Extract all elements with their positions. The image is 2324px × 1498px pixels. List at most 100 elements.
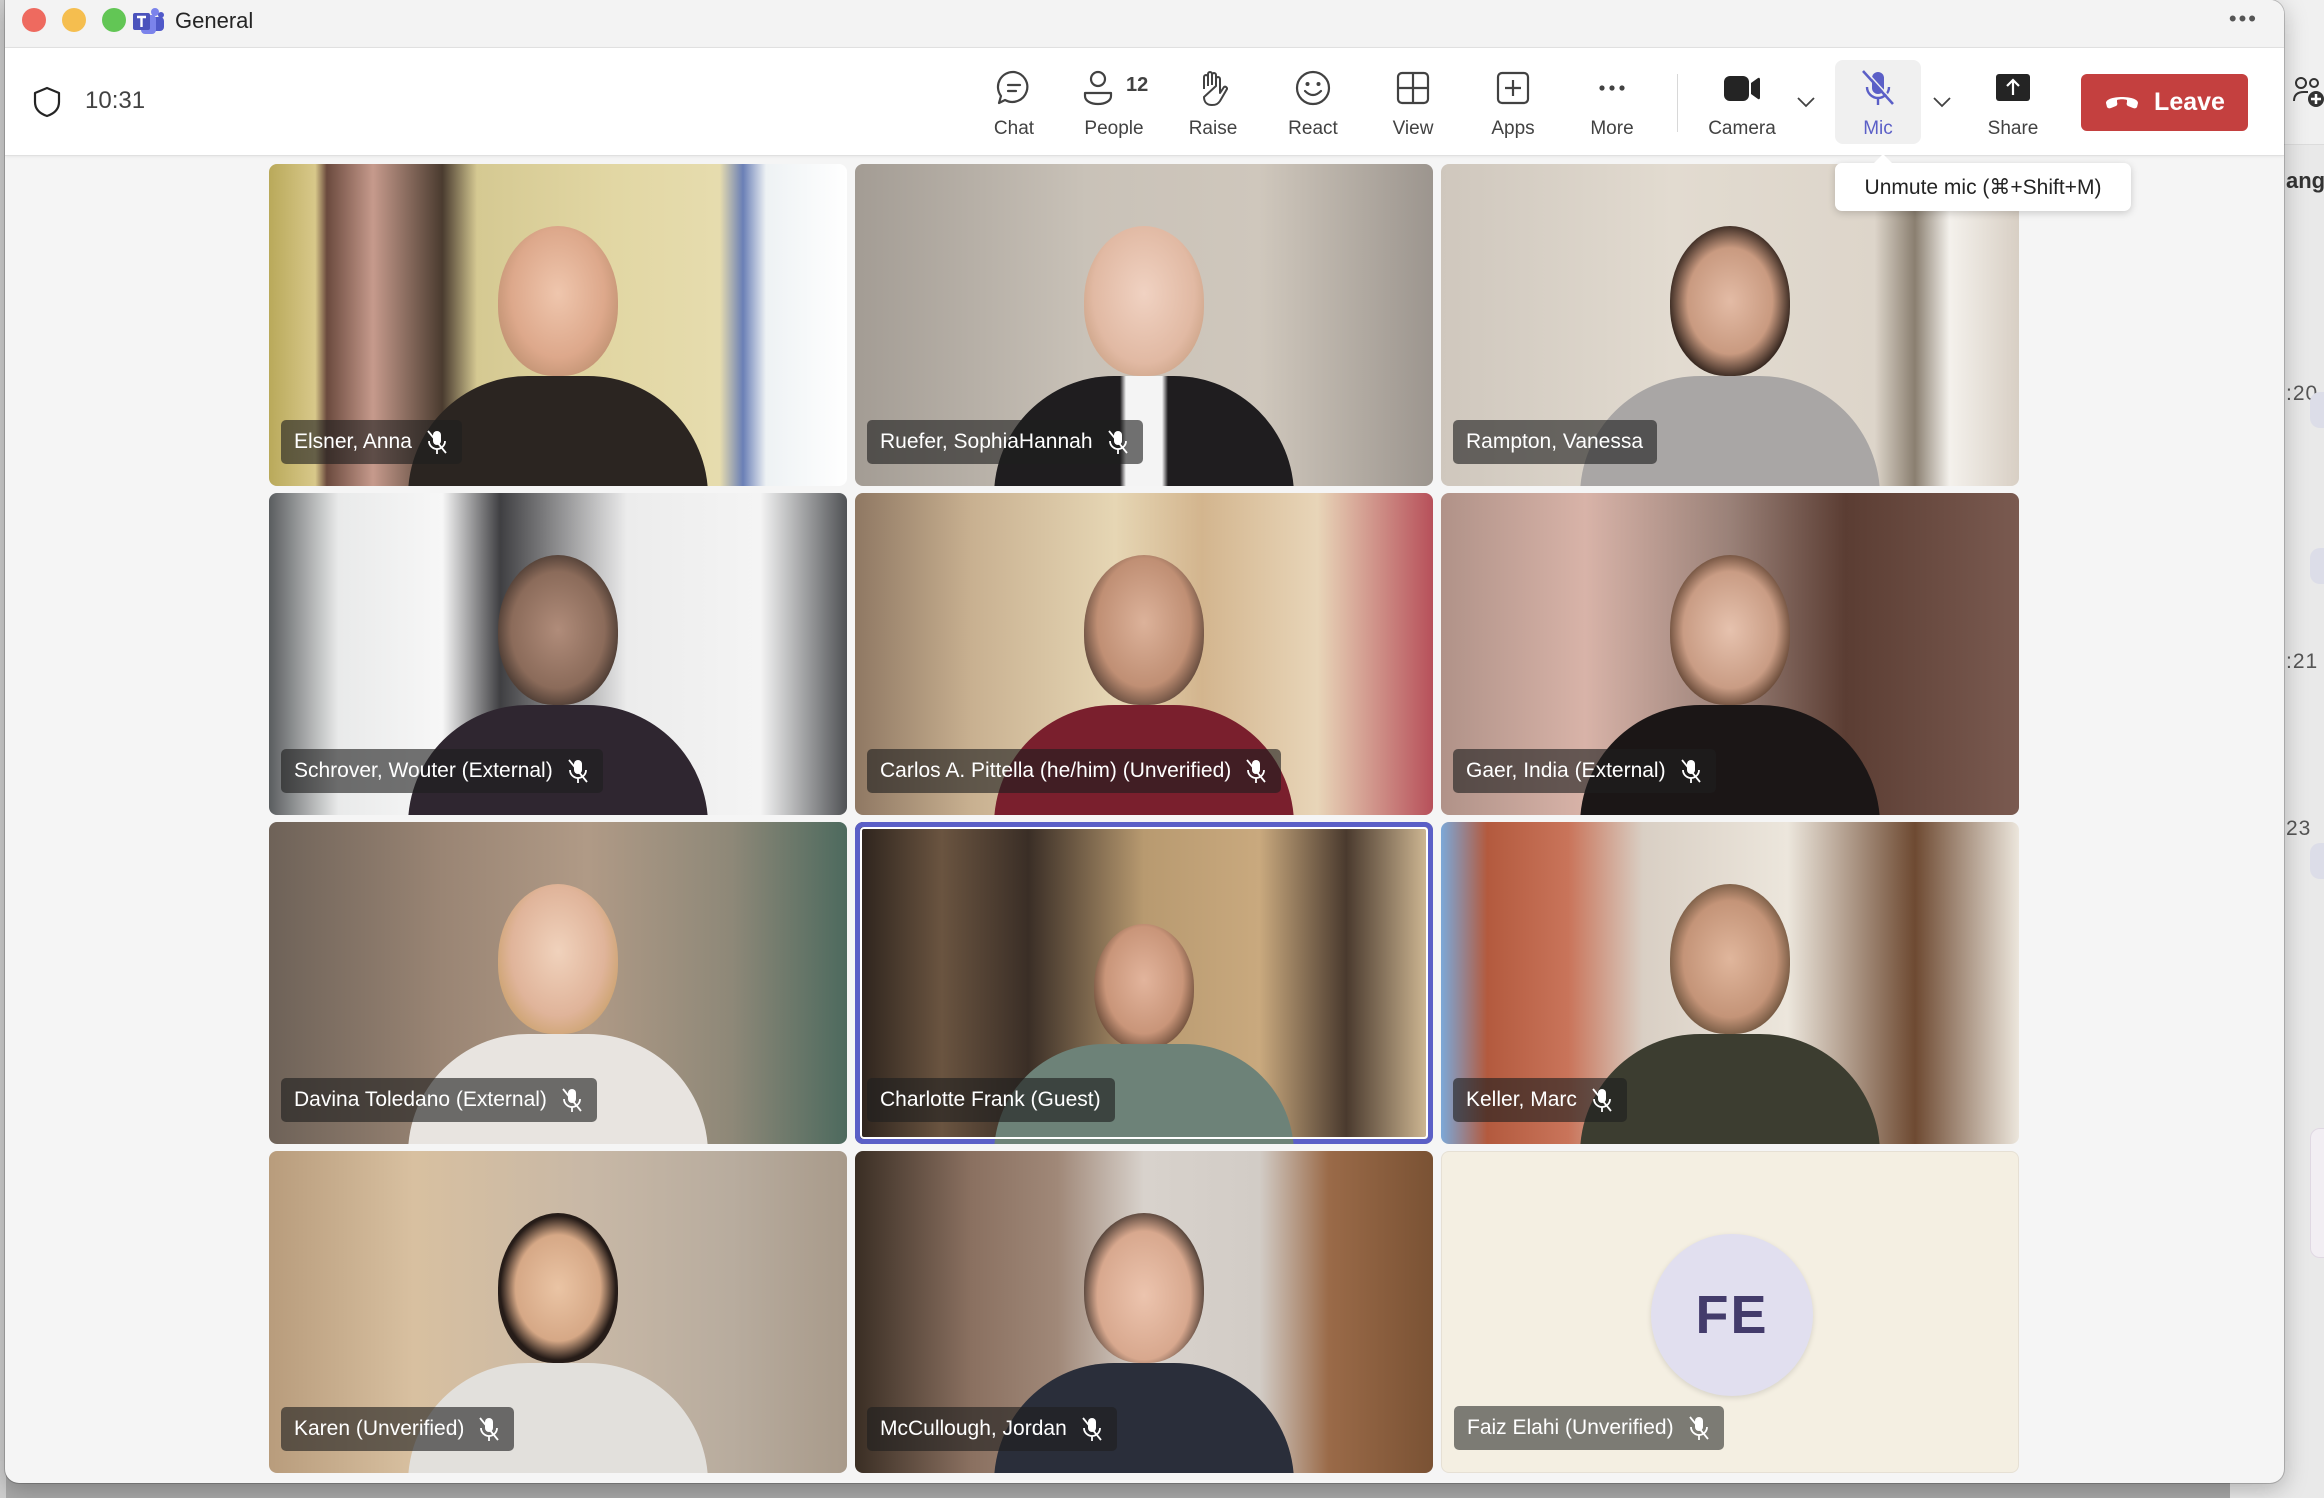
video-tile-active-speaker[interactable]: Charlotte Frank (Guest) — [855, 822, 1433, 1144]
hang-up-icon — [2104, 88, 2140, 117]
teams-logo-icon — [132, 6, 164, 36]
background-partial-text: ang — [2286, 168, 2324, 193]
mic-off-icon — [1680, 758, 1702, 784]
video-tile[interactable]: Ruefer, SophiaHannah — [855, 164, 1433, 486]
participant-name-tag: Davina Toledano (External) — [281, 1078, 597, 1122]
background-message-bubble — [2310, 392, 2324, 428]
background-timestamp: 23 — [2286, 817, 2312, 840]
mic-options-chevron-icon[interactable] — [1930, 90, 1954, 114]
participant-name: Elsner, Anna — [294, 430, 412, 453]
video-tile[interactable]: Rampton, Vanessa — [1441, 164, 2019, 486]
video-tile[interactable]: Gaer, India (External) — [1441, 493, 2019, 815]
video-tile[interactable]: Elsner, Anna — [269, 164, 847, 486]
people-button[interactable]: 12 People — [1071, 60, 1157, 144]
camera-label: Camera — [1708, 118, 1776, 139]
background-back-button[interactable]: ‹ — [2310, 1128, 2324, 1258]
ellipsis-icon — [1592, 68, 1632, 108]
toolbar-divider — [1677, 74, 1678, 132]
participant-name: Charlotte Frank (Guest) — [880, 1088, 1101, 1111]
camera-button[interactable]: Camera — [1699, 60, 1785, 144]
raise-hand-button[interactable]: Raise — [1170, 60, 1256, 144]
mic-off-icon — [1591, 1087, 1613, 1113]
meeting-timer: 10:31 — [85, 87, 146, 114]
mic-off-icon — [478, 1416, 500, 1442]
title-bar: General ••• — [5, 0, 2284, 48]
mic-button[interactable]: Mic — [1835, 60, 1921, 144]
share-label: Share — [1987, 118, 2039, 139]
smiley-icon — [1293, 68, 1333, 108]
participant-name: Keller, Marc — [1466, 1088, 1577, 1111]
participant-name: Schrover, Wouter (External) — [294, 759, 553, 782]
leave-button[interactable]: Leave — [2081, 74, 2248, 131]
background-message-bubble — [2310, 548, 2324, 584]
raise-label: Raise — [1188, 118, 1238, 139]
window-title: General — [175, 8, 254, 33]
participant-name-tag: Faiz Elahi (Unverified) — [1454, 1406, 1724, 1450]
mic-off-icon — [426, 429, 448, 455]
more-label: More — [1590, 118, 1634, 139]
mic-off-icon — [1688, 1415, 1710, 1441]
mic-off-icon — [567, 758, 589, 784]
video-tile[interactable]: Schrover, Wouter (External) — [269, 493, 847, 815]
window-maximize-button[interactable] — [102, 8, 126, 32]
video-camera-icon — [1722, 68, 1762, 108]
view-label: View — [1392, 118, 1434, 139]
share-screen-icon — [1993, 68, 2033, 108]
video-tile[interactable]: McCullough, Jordan — [855, 1151, 1433, 1473]
participant-name: Carlos A. Pittella (he/him) (Unverified) — [880, 759, 1232, 782]
mic-off-icon — [1107, 429, 1129, 455]
mic-off-icon — [1858, 68, 1898, 108]
window-minimize-button[interactable] — [62, 8, 86, 32]
window-more-options-button[interactable]: ••• — [2229, 6, 2258, 32]
participant-name-tag: McCullough, Jordan — [867, 1407, 1117, 1451]
apps-button[interactable]: Apps — [1470, 60, 1556, 144]
camera-options-chevron-icon[interactable] — [1794, 90, 1818, 114]
shield-icon[interactable] — [32, 86, 62, 118]
mic-tooltip: Unmute mic (⌘+Shift+M) — [1835, 154, 2131, 211]
mic-tooltip-text: Unmute mic (⌘+Shift+M) — [1864, 175, 2102, 199]
participant-name-tag: Carlos A. Pittella (he/him) (Unverified) — [867, 749, 1282, 793]
participant-name-tag: Ruefer, SophiaHannah — [867, 420, 1143, 464]
participant-count: 12 — [1126, 74, 1149, 96]
view-button[interactable]: View — [1370, 60, 1456, 144]
participant-name-tag: Schrover, Wouter (External) — [281, 749, 603, 793]
mic-label: Mic — [1863, 118, 1893, 139]
background-message-bubble — [2310, 843, 2324, 879]
people-label: People — [1084, 118, 1144, 139]
video-tile[interactable]: Davina Toledano (External) — [269, 822, 847, 1144]
video-gallery-grid: Elsner, Anna Ruefer, SophiaHannah Rampto… — [269, 164, 2019, 1473]
chat-button[interactable]: Chat — [971, 60, 1057, 144]
participant-name: Davina Toledano (External) — [294, 1088, 547, 1111]
video-tile[interactable]: Keller, Marc — [1441, 822, 2019, 1144]
participant-name-tag: Gaer, India (External) — [1453, 749, 1716, 793]
add-people-icon[interactable] — [2292, 75, 2324, 109]
participant-name: McCullough, Jordan — [880, 1417, 1067, 1440]
apps-label: Apps — [1491, 118, 1535, 139]
react-button[interactable]: React — [1270, 60, 1356, 144]
react-label: React — [1288, 118, 1338, 139]
chat-icon — [994, 68, 1034, 108]
participant-name: Rampton, Vanessa — [1466, 430, 1644, 453]
participant-name: Karen (Unverified) — [294, 1417, 465, 1440]
mic-off-icon — [1245, 758, 1267, 784]
mic-off-icon — [1081, 1416, 1103, 1442]
mic-off-icon — [561, 1087, 583, 1113]
video-tile-no-video[interactable]: FE Faiz Elahi (Unverified) — [1441, 1151, 2019, 1473]
share-button[interactable]: Share — [1970, 60, 2056, 144]
plus-box-icon — [1493, 68, 1533, 108]
video-tile[interactable]: Karen (Unverified) — [269, 1151, 847, 1473]
participant-name-tag: Charlotte Frank (Guest) — [867, 1078, 1115, 1122]
window-close-button[interactable] — [22, 8, 46, 32]
participant-name-tag: Elsner, Anna — [281, 420, 462, 464]
participant-name: Faiz Elahi (Unverified) — [1467, 1416, 1674, 1439]
people-icon: 12 — [1083, 68, 1148, 108]
more-button[interactable]: More — [1569, 60, 1655, 144]
participant-name-tag: Keller, Marc — [1453, 1078, 1627, 1122]
participant-name: Gaer, India (External) — [1466, 759, 1666, 782]
meeting-toolbar: 10:31 Chat 12 People Raise React View Ap… — [5, 48, 2284, 156]
video-tile[interactable]: Carlos A. Pittella (he/him) (Unverified) — [855, 493, 1433, 815]
chat-label: Chat — [993, 118, 1035, 139]
background-timestamp: :21 — [2286, 650, 2319, 673]
hand-icon — [1193, 68, 1233, 108]
teams-meeting-window: General ••• 10:31 Chat 12 People Raise R… — [5, 0, 2284, 1483]
